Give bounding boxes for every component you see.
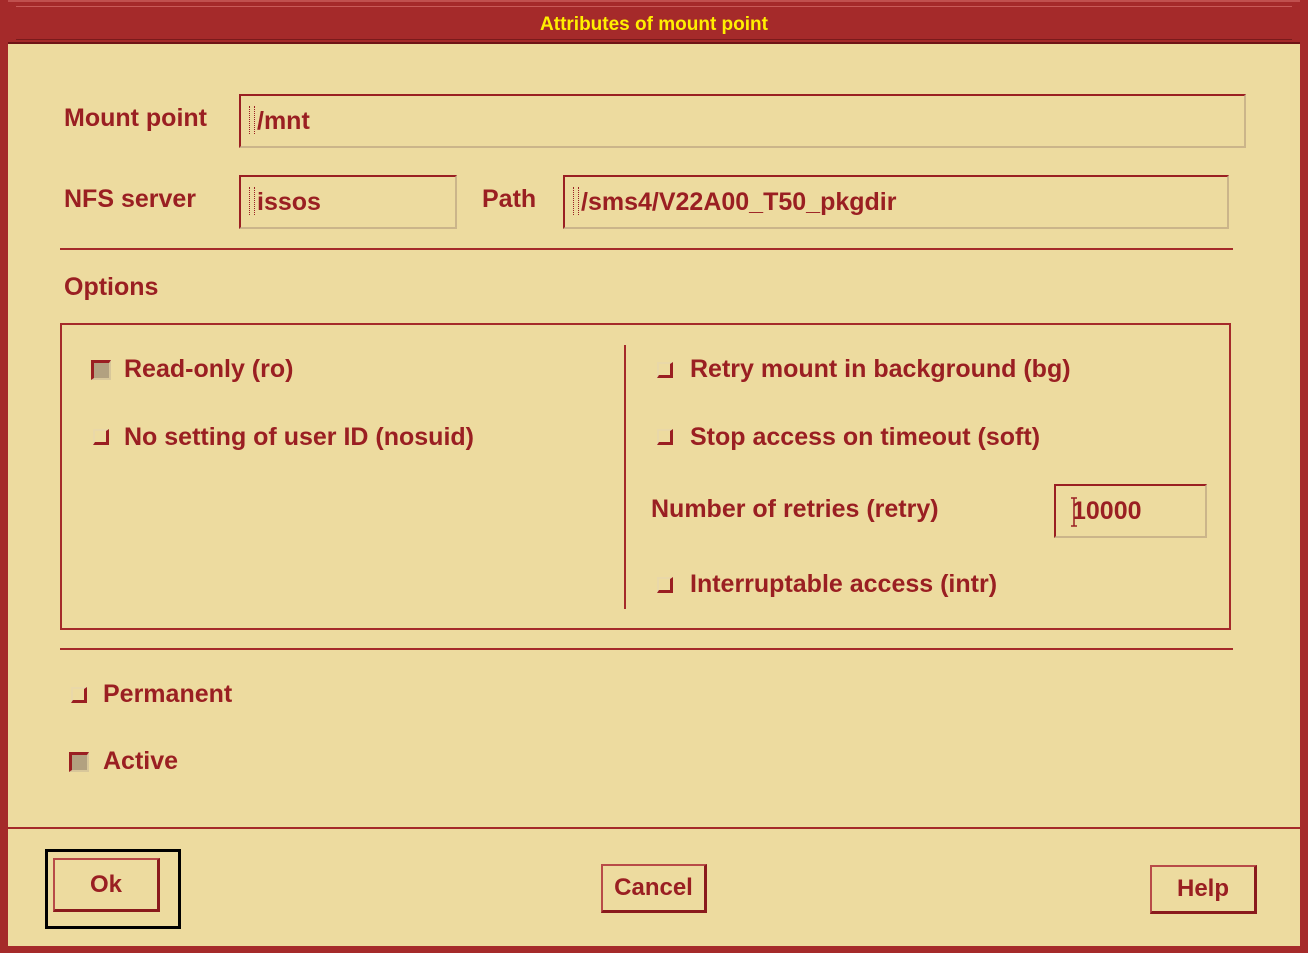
ok-button-label: Ok: [89, 871, 122, 898]
options-heading: Options: [64, 273, 159, 301]
mount-point-value: /mnt: [257, 107, 310, 135]
nfs-server-input[interactable]: issos: [239, 175, 457, 229]
ok-button[interactable]: Ok: [53, 858, 160, 912]
mount-point-label: Mount point: [64, 104, 207, 132]
intr-checkbox[interactable]: [657, 577, 673, 593]
retry-label: Number of retries (retry): [651, 495, 939, 523]
nosuid-label[interactable]: No setting of user ID (nosuid): [124, 423, 474, 452]
text-caret: [573, 187, 579, 215]
cancel-button-label: Cancel: [614, 874, 693, 901]
text-caret: [249, 106, 255, 134]
nfs-server-value: issos: [257, 188, 321, 216]
retry-value: 10000: [1072, 497, 1142, 525]
dialog-window: Attributes of mount point Mount point /m…: [0, 0, 1308, 953]
options-divider: [624, 345, 626, 609]
bg-label[interactable]: Retry mount in background (bg): [690, 355, 1071, 384]
mount-point-input[interactable]: /mnt: [239, 94, 1246, 148]
i-beam-cursor-icon: [1071, 497, 1077, 527]
active-checkbox[interactable]: [69, 752, 89, 772]
separator: [60, 248, 1233, 250]
cancel-button[interactable]: Cancel: [601, 864, 707, 913]
read-only-label[interactable]: Read-only (ro): [124, 355, 293, 384]
nfs-server-label: NFS server: [64, 185, 197, 213]
help-button[interactable]: Help: [1150, 865, 1257, 914]
text-caret: [249, 187, 255, 215]
button-bar-separator: [8, 827, 1300, 829]
path-value: /sms4/V22A00_T50_pkgdir: [581, 188, 897, 216]
help-button-label: Help: [1176, 875, 1229, 902]
permanent-checkbox[interactable]: [71, 687, 87, 703]
path-label: Path: [482, 185, 537, 213]
soft-checkbox[interactable]: [657, 429, 673, 445]
intr-label[interactable]: Interruptable access (intr): [690, 570, 997, 599]
bg-checkbox[interactable]: [657, 362, 673, 378]
title-bar[interactable]: Attributes of mount point: [8, 0, 1300, 44]
active-label[interactable]: Active: [103, 747, 178, 776]
separator: [60, 648, 1233, 650]
path-input[interactable]: /sms4/V22A00_T50_pkgdir: [563, 175, 1229, 229]
nosuid-checkbox[interactable]: [93, 429, 109, 445]
soft-label[interactable]: Stop access on timeout (soft): [690, 423, 1040, 452]
read-only-checkbox[interactable]: [91, 360, 111, 380]
permanent-label[interactable]: Permanent: [103, 680, 232, 709]
window-title: Attributes of mount point: [540, 14, 768, 35]
